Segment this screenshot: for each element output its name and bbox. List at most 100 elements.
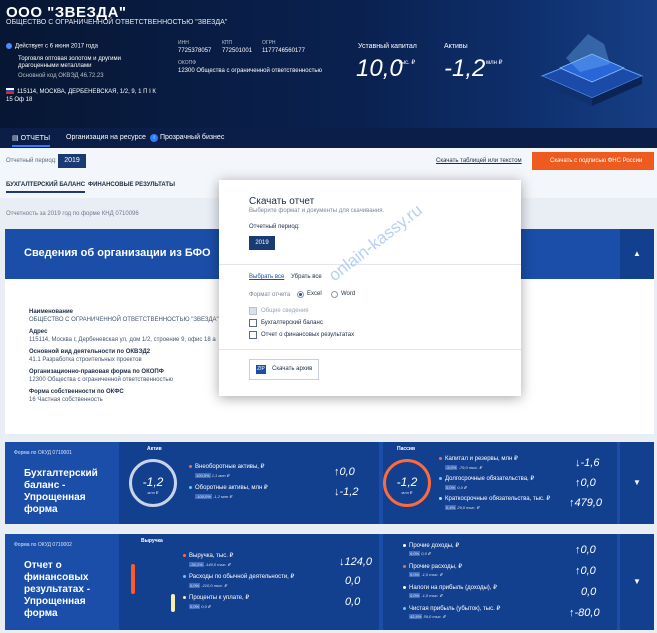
result-row-value: ↑0,0	[575, 544, 596, 556]
field-value: 12300 Общества с ограниченной ответствен…	[29, 377, 173, 383]
bullet-icon	[439, 476, 442, 480]
result-row-sub: 42,4% 59,0 тыс. ₽	[409, 614, 446, 619]
liability-row-label: Краткосрочные обязательства, тыс. ₽	[439, 495, 550, 502]
info-icon: i	[150, 134, 158, 142]
archive-icon: ZIP	[256, 365, 266, 374]
results-label: Отчет о финансовых результатах	[261, 332, 355, 338]
other-results-panel: Прочие доходы, ₽ 0,0% 0,0 ₽ ↑0,0 Прочие …	[383, 534, 617, 630]
okopf-value: 12300 Общества с ограниченной ответствен…	[178, 68, 322, 74]
modal-subtitle: Выберите формат и документы для скачиван…	[249, 208, 385, 214]
balance-sheet-card[interactable]: Форма по ОКУД 0710001 Бухгалтерский бала…	[5, 442, 654, 524]
liability-row-sub: 0,0% 0,0 ₽	[445, 485, 467, 490]
liability-row-value: ↑479,0	[569, 497, 603, 509]
field-label: Адрес	[29, 329, 48, 335]
tab-balance-sheet[interactable]: БУХГАЛТЕРСКИЙ БАЛАНС	[6, 182, 86, 193]
result-row-sub: 0,0% -1,0 тыс. ₽	[409, 593, 443, 598]
field-label: Форма собственности по ОКФС	[29, 389, 124, 395]
server-illustration	[540, 34, 644, 106]
asset-row-sub: 100,0% 1,1 млн ₽	[195, 473, 230, 478]
chevron-down-icon[interactable]: ▼	[620, 534, 654, 630]
period-label: Отчетный период:	[6, 158, 57, 164]
russia-flag-icon	[6, 88, 14, 95]
result-row-label: Проценты к уплате, ₽	[183, 594, 249, 601]
asset-row-value: ↓-1,2	[334, 486, 359, 498]
assets-title: Актив	[147, 446, 162, 452]
assets-value: -1,2	[444, 55, 486, 82]
revenue-indicator	[131, 564, 135, 594]
result-row-value: ↑0,0	[575, 565, 596, 577]
address-line: 115114, МОСКВА, ДЕРБЕНЕВСКАЯ, 1/2, 9, 1 …	[6, 88, 156, 104]
tab-financial-results[interactable]: ФИНАНСОВЫЕ РЕЗУЛЬТАТЫ	[88, 182, 175, 188]
assets-ring-value: -1,2	[142, 475, 164, 489]
okopf-label: ОКОПФ	[178, 60, 197, 66]
ogrn-label: ОГРН	[262, 40, 276, 46]
tab-reports[interactable]: ▤ ОТЧЕТЫ	[12, 134, 51, 147]
field-value: 115114, Москва г, Дербеневская ул, дом 1…	[29, 337, 216, 343]
doc-icon: ▤	[12, 135, 21, 142]
divider	[219, 264, 521, 265]
result-row-label: Прочие расходы, ₽	[403, 563, 462, 570]
result-row-sub: 0,0% -210,0 тыс. ₽	[189, 583, 227, 588]
bullet-icon	[403, 585, 406, 589]
field-label: Наименование	[29, 309, 74, 315]
liability-row-value: ↓-1,6	[575, 457, 600, 469]
field-label: Организационно-правовая форма по ОКОПФ	[29, 369, 164, 375]
results-form-label: Форма по ОКУД 0710002	[14, 542, 72, 548]
financial-results-card[interactable]: Форма по ОКУД 0710002 Отчет о финансовых…	[5, 534, 654, 630]
period-select[interactable]: 2019	[58, 154, 86, 168]
bullet-icon	[439, 496, 442, 500]
result-row-label: Чистая прибыль (убыток), тыс. ₽	[403, 605, 500, 612]
asset-row-label: Внеоборотные активы, ₽	[189, 463, 264, 470]
divider	[219, 349, 521, 350]
capital-value: 10,0	[356, 55, 403, 82]
field-value: 41.1 Разработка строительных проектов	[29, 357, 142, 363]
liability-row-label: Долгосрочные обязательства, ₽	[439, 475, 534, 482]
chevron-down-icon[interactable]: ▼	[620, 442, 654, 524]
download-archive-button[interactable]: ZIP Скачать архив	[249, 359, 319, 380]
format-word-radio[interactable]	[331, 291, 338, 298]
liabilities-ring-value: -1,2	[396, 475, 418, 489]
select-all-link[interactable]: Выбрать все	[249, 274, 284, 280]
asset-row-value: ↑0,0	[334, 466, 355, 478]
format-label: Формат отчета	[249, 292, 291, 298]
result-row-label: Выручка, тыс. ₽	[183, 552, 233, 559]
revenue-panel: Выручка Выручка, тыс. ₽ -34,1% -140,0 ты…	[119, 534, 379, 630]
results-checkbox[interactable]	[249, 331, 257, 339]
field-value: ОБЩЕСТВО С ОГРАНИЧЕННОЙ ОТВЕТСТВЕННОСТЬЮ…	[29, 317, 219, 323]
bullet-icon	[403, 606, 406, 610]
download-archive-label: Скачать архив	[272, 366, 313, 372]
tab-organization[interactable]: Организация на ресурсе	[66, 134, 146, 141]
general-info-checkbox[interactable]	[249, 307, 257, 315]
result-row-label: Расходы по обычной деятельности, ₽	[183, 573, 294, 580]
asset-row-label: Оборотные активы, млн ₽	[189, 484, 268, 491]
liability-row-sub: 0,4% 29,0 тыс. ₽	[445, 505, 480, 510]
liability-row-label: Капитал и резервы, млн ₽	[439, 455, 518, 462]
result-row-label: Налоги на прибыль (доходы), ₽	[403, 584, 497, 591]
result-row-sub: -34,1% -140,0 тыс. ₽	[189, 562, 231, 567]
deselect-all-link[interactable]: Убрать все	[291, 274, 322, 280]
download-table-link[interactable]: Скачать таблицей или текстом	[436, 158, 522, 164]
modal-period-select[interactable]: 2019	[249, 236, 275, 250]
inn-value: 7725378057	[178, 48, 212, 54]
capital-unit: тыс. ₽	[398, 60, 416, 66]
balance-label: Бухгалтерский баланс	[261, 320, 323, 326]
kpp-label: КПП	[222, 40, 233, 46]
tab-transparent-business[interactable]: i Прозрачный бизнес	[150, 134, 224, 142]
liability-row-sub: -5,0% -79,0 тыс. ₽	[445, 465, 482, 470]
format-excel-radio[interactable]	[297, 291, 304, 298]
field-value: 16 Частная собственность	[29, 397, 103, 403]
tab-reports-label: ОТЧЕТЫ	[20, 135, 51, 142]
field-label: Основной вид деятельности по ОКВЭД2	[29, 349, 151, 355]
balance-checkbox[interactable]	[249, 319, 257, 327]
revenue-title: Выручка	[141, 538, 163, 544]
download-signed-button[interactable]: Скачать с подписью ФНС России	[532, 152, 654, 170]
result-row-sub: 0,0% 0,0 ₽	[189, 604, 211, 609]
result-row-sub: 0,0% -1,0 тыс. ₽	[409, 572, 443, 577]
main-tabs: ▤ ОТЧЕТЫ Организация на ресурсе i Прозра…	[0, 128, 657, 148]
status-line: Действует с 6 июня 2017 года	[6, 43, 98, 50]
result-row-value: ↓124,0	[339, 556, 373, 568]
status-text: Действует с 6 июня 2017 года	[15, 43, 98, 50]
chevron-up-icon[interactable]: ▲	[620, 229, 654, 279]
modal-title: Скачать отчет	[249, 196, 315, 207]
modal-period-label: Отчетный период:	[249, 224, 300, 230]
